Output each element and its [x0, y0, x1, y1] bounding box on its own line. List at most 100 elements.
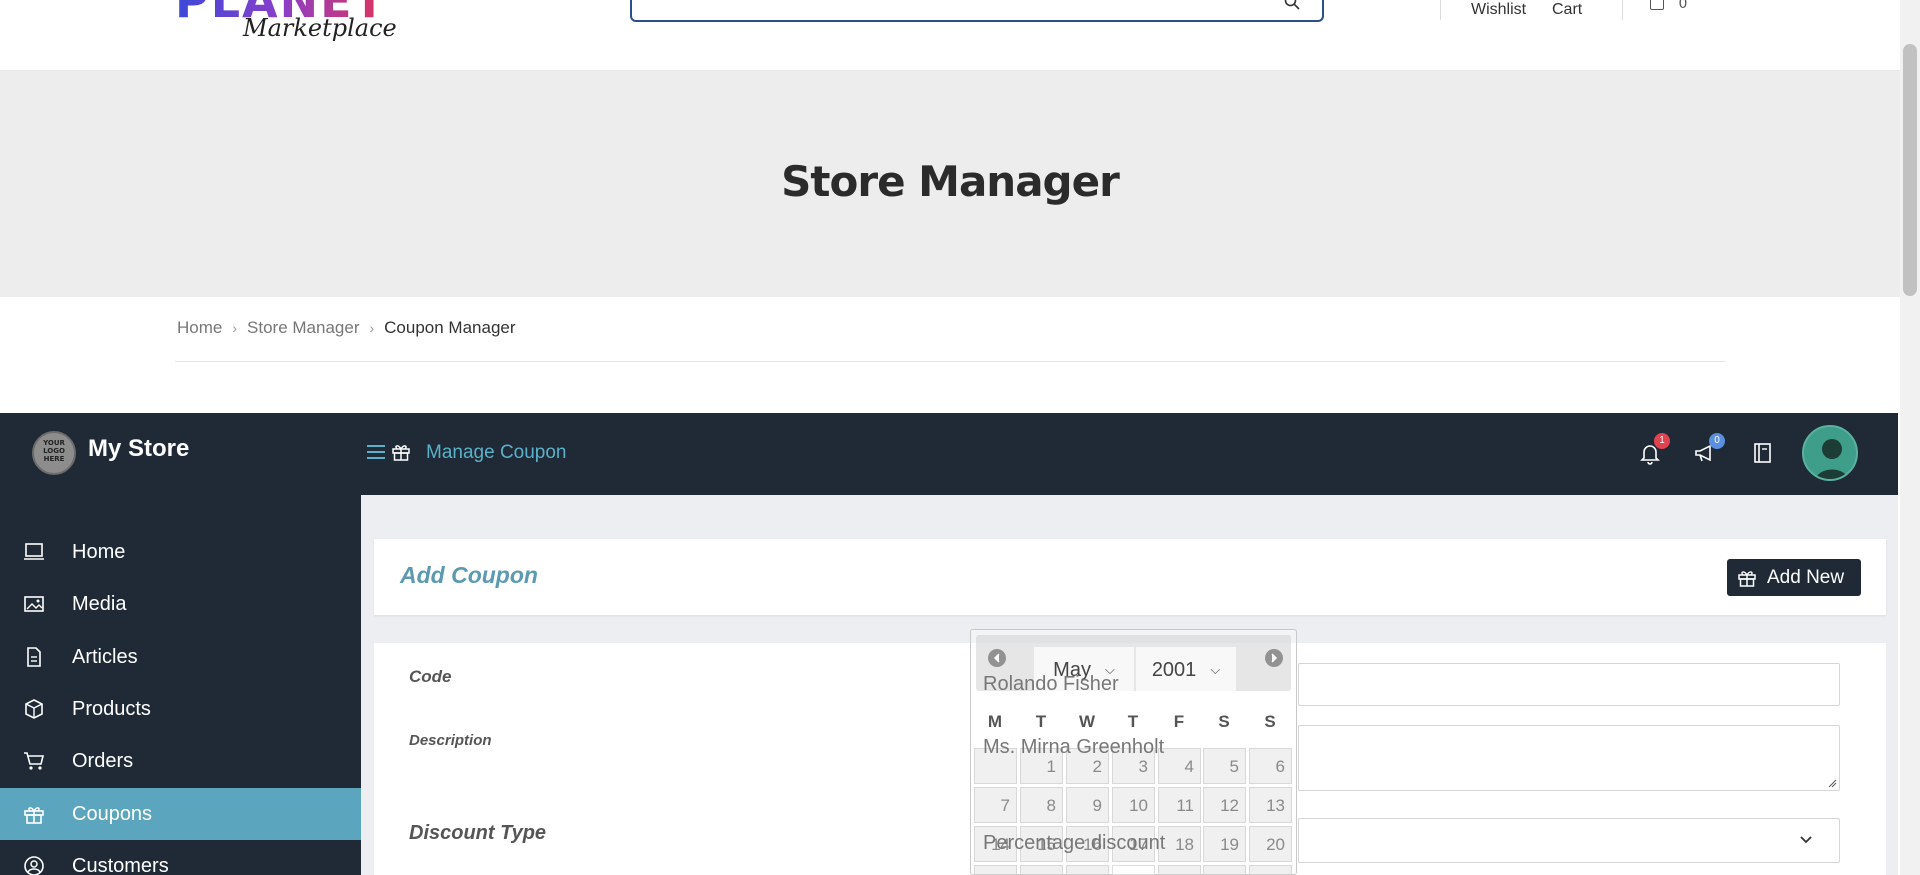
code-label: Code [409, 667, 452, 686]
calendar-day[interactable]: 10 [1112, 787, 1155, 823]
calendar-day[interactable]: 9 [1066, 787, 1109, 823]
form-title: Add Coupon [400, 562, 538, 588]
calendar-day[interactable]: 5 [1203, 748, 1246, 784]
mini-cart[interactable]: 0 [1650, 0, 1687, 12]
book-icon [1754, 443, 1771, 463]
calendar-day[interactable]: 19 [1203, 826, 1246, 862]
announcements-button[interactable]: 0 [1693, 433, 1725, 465]
user-icon [1815, 439, 1849, 479]
sidebar-item-label: Orders [72, 749, 134, 772]
notifications-button[interactable]: 1 [1638, 433, 1670, 465]
prev-month-button[interactable] [988, 649, 1006, 667]
discount-type-label: Discount Type [409, 822, 547, 844]
calendar-day[interactable] [1158, 865, 1201, 875]
page-title: Store Manager [781, 157, 1120, 206]
calendar-day[interactable] [974, 865, 1017, 875]
calendar-day[interactable] [1249, 865, 1292, 875]
sidebar-item-home[interactable]: Home [0, 526, 361, 578]
calendar-day[interactable]: 7 [974, 787, 1017, 823]
monitor-icon [24, 543, 44, 560]
year-value: 2001 [1151, 658, 1197, 681]
cart-link[interactable]: Cart [1552, 1, 1582, 19]
calendar-day[interactable] [1203, 865, 1246, 875]
manage-coupon-title: Manage Coupon [426, 442, 567, 463]
bag-icon [1650, 0, 1664, 10]
sidebar-item-label: Media [72, 592, 127, 615]
weekday-header: W [1078, 712, 1096, 731]
document-icon [27, 647, 41, 667]
scrollbar-thumb[interactable] [1903, 44, 1917, 296]
breadcrumb-current: Coupon Manager [384, 318, 516, 337]
sidebar-item-products[interactable]: Products [0, 683, 361, 735]
notifications-badge: 1 [1654, 433, 1670, 449]
avatar[interactable] [1802, 425, 1858, 481]
gift-icon [1738, 570, 1756, 587]
calendar-day[interactable]: 4 [1158, 748, 1201, 784]
calendar-day[interactable]: 6 [1249, 748, 1292, 784]
chevron-right-icon [1271, 653, 1278, 663]
search-input[interactable] [630, 0, 1324, 22]
sidebar-item-articles[interactable]: Articles [0, 631, 361, 683]
store-manager-header: YOUR LOGO HERE My Store Manage Coupon 1 … [0, 413, 1898, 495]
autocomplete-suggestion[interactable]: Ms. Mirna Greenholt [983, 736, 1164, 759]
gift-icon [392, 445, 410, 461]
breadcrumb: Home › Store Manager › Coupon Manager [177, 318, 516, 338]
sidebar-item-label: Home [72, 540, 126, 563]
menu-icon[interactable] [367, 444, 385, 460]
chevron-right-icon: › [232, 320, 238, 336]
header-divider [1622, 0, 1623, 20]
breadcrumb-store-manager[interactable]: Store Manager [247, 318, 359, 338]
next-month-button[interactable] [1265, 649, 1283, 667]
add-new-label: Add New [1767, 566, 1845, 588]
calendar-day[interactable]: 11 [1158, 787, 1201, 823]
sidebar-item-label: Coupons [72, 802, 153, 825]
calendar-day[interactable]: 8 [1020, 787, 1063, 823]
logo-subtitle: Marketplace [243, 14, 397, 42]
calendar-day[interactable] [1112, 865, 1155, 875]
gift-icon [24, 807, 44, 824]
knowledgebase-button[interactable] [1751, 441, 1775, 465]
discount-type-select[interactable] [1298, 818, 1840, 863]
announcements-badge: 0 [1709, 433, 1725, 449]
sidebar-item-media[interactable]: Media [0, 578, 361, 630]
site-logo[interactable]: PLANET Marketplace [175, 0, 455, 48]
weekday-header: T [1127, 712, 1139, 731]
sidebar-item-orders[interactable]: Orders [0, 735, 361, 787]
sidebar-item-customers[interactable]: Customers [0, 840, 361, 875]
year-select[interactable]: 2001 ⌵ [1136, 647, 1236, 693]
calendar-day[interactable] [1020, 865, 1063, 875]
sidebar-item-label: Products [72, 697, 151, 720]
discount-type-value: Percentage discount [983, 832, 1166, 854]
chevron-down-icon [1800, 836, 1812, 844]
store-logo[interactable]: YOUR LOGO HERE [32, 431, 76, 475]
description-field[interactable] [1298, 725, 1840, 791]
store-name[interactable]: My Store [88, 435, 189, 463]
weekday-header: T [1035, 712, 1047, 731]
weekday-header: S [1218, 712, 1230, 731]
calendar-day[interactable]: 20 [1249, 826, 1292, 862]
calendar-day[interactable]: 12 [1203, 787, 1246, 823]
mini-cart-count: 0 [1678, 0, 1688, 12]
chevron-left-icon [993, 653, 1000, 663]
hero-banner: Store Manager [0, 71, 1900, 297]
sidebar-item-label: Articles [72, 645, 138, 668]
box-icon [25, 699, 43, 719]
chevron-right-icon: › [369, 320, 375, 336]
weekday-header: F [1173, 712, 1185, 731]
sidebar: Home Media Articles Products Orders Coup… [0, 495, 361, 875]
add-coupon-card: Add Coupon [374, 539, 1886, 615]
cart-icon [24, 752, 45, 770]
sidebar-item-coupons[interactable]: Coupons [0, 788, 361, 840]
autocomplete-suggestion[interactable]: Rolando Fisher [983, 673, 1119, 696]
code-field[interactable] [1298, 663, 1840, 706]
search-icon[interactable] [1284, 0, 1300, 10]
wishlist-link[interactable]: Wishlist [1471, 1, 1526, 19]
image-icon [24, 596, 44, 612]
breadcrumb-home[interactable]: Home [177, 318, 222, 338]
user-circle-icon [24, 856, 44, 875]
calendar-day[interactable] [1066, 865, 1109, 875]
resize-grip-icon[interactable] [1827, 778, 1837, 788]
description-label: Description [409, 732, 492, 749]
calendar-day[interactable]: 13 [1249, 787, 1292, 823]
add-new-button[interactable]: Add New [1727, 559, 1861, 596]
